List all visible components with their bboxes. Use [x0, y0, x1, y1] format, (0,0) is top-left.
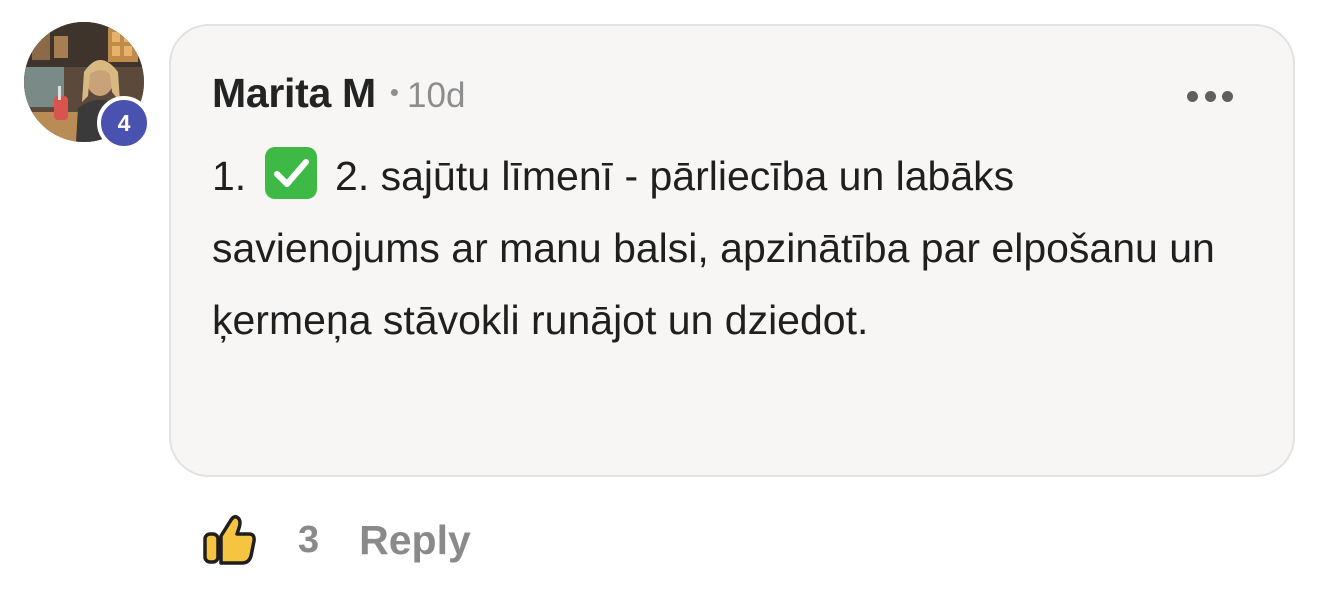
- check-mark-button-icon: [264, 146, 318, 200]
- author-name[interactable]: Marita M: [212, 70, 376, 117]
- timestamp: 10d: [407, 76, 466, 115]
- comment-text-start: 1.: [212, 153, 247, 199]
- dot: [1222, 90, 1233, 102]
- dot: [1204, 90, 1216, 102]
- comment-text-rest: 2. sajūtu līmenī - pārliecība un labāks …: [212, 153, 1215, 343]
- reply-button[interactable]: Reply: [359, 517, 471, 564]
- comment-header: Marita M • 10d: [212, 70, 465, 117]
- separator-dot: •: [389, 77, 400, 107]
- like-count: 3: [298, 518, 320, 561]
- thumbs-up-icon: [203, 515, 256, 565]
- comment-text: 1. 2. sajūtu līmenī - pārliecība un labā…: [212, 140, 1222, 356]
- comment-bubble: Marita M • 10d 1. 2. sajūtu līmenī - pār…: [169, 24, 1295, 477]
- comment-actions: 3 Reply: [200, 510, 471, 570]
- level-badge: 4: [97, 96, 151, 150]
- more-options-icon[interactable]: [1187, 88, 1233, 104]
- like-button[interactable]: [200, 510, 260, 570]
- dot: [1187, 90, 1198, 102]
